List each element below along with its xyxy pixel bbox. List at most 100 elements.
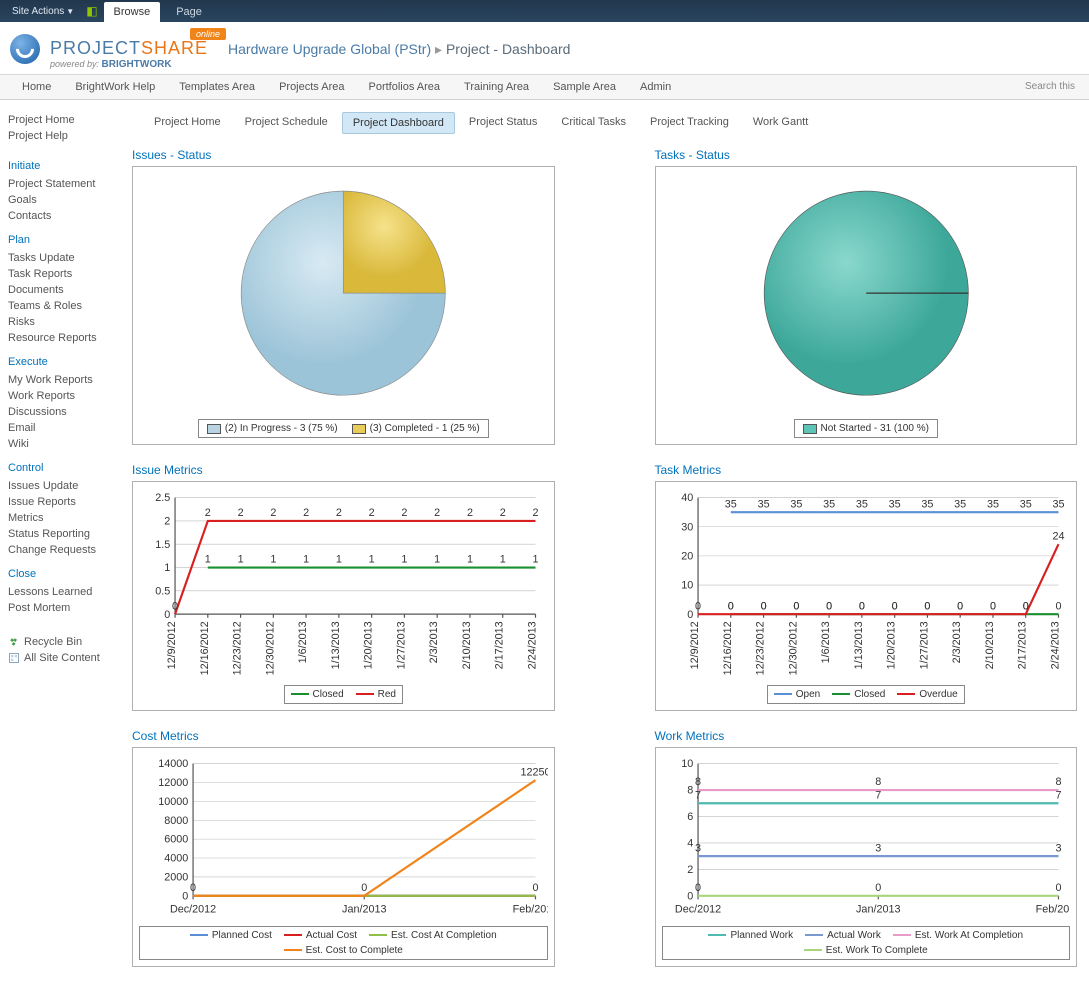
sidebar-link[interactable]: My Work Reports (8, 372, 112, 388)
sidebar-link[interactable]: Lessons Learned (8, 584, 112, 600)
svg-text:2/17/2013: 2/17/2013 (494, 622, 506, 670)
svg-text:2/24/2013: 2/24/2013 (526, 622, 538, 670)
svg-text:12/23/2012: 12/23/2012 (754, 622, 766, 676)
sidebar-link[interactable]: Goals (8, 192, 112, 208)
sub-tab[interactable]: Project Schedule (235, 112, 338, 134)
svg-text:2/3/2013: 2/3/2013 (428, 622, 440, 664)
svg-text:1: 1 (500, 554, 506, 566)
top-nav-link[interactable]: Portfolios Area (356, 75, 452, 99)
chart-legend: Planned WorkActual WorkEst. Work At Comp… (662, 926, 1071, 960)
sidebar-section-header: Initiate (8, 160, 112, 172)
svg-text:35: 35 (823, 499, 835, 511)
svg-text:1: 1 (336, 554, 342, 566)
svg-text:Jan/2013: Jan/2013 (342, 903, 386, 915)
svg-text:8: 8 (695, 776, 701, 788)
legend-item: Open (774, 689, 820, 700)
sidebar-link[interactable]: Project Home (8, 112, 112, 128)
svg-text:8: 8 (687, 784, 693, 796)
breadcrumb-separator-icon: ▸ (435, 41, 442, 57)
legend-item: Actual Cost (284, 930, 357, 941)
svg-text:3: 3 (695, 842, 701, 854)
legend-item: Est. Cost to Complete (284, 945, 403, 956)
sidebar-link[interactable]: Project Statement (8, 176, 112, 192)
sidebar-link[interactable]: Risks (8, 314, 112, 330)
recycle-bin-link[interactable]: Recycle Bin (8, 634, 112, 650)
svg-text:2: 2 (238, 507, 244, 519)
svg-text:0: 0 (957, 601, 963, 613)
panel-title: Task Metrics (655, 463, 1078, 477)
top-nav-link[interactable]: Projects Area (267, 75, 356, 99)
breadcrumb: Hardware Upgrade Global (PStr) ▸ Project… (228, 41, 570, 58)
svg-text:1: 1 (369, 554, 375, 566)
sidebar-link[interactable]: Change Requests (8, 542, 112, 558)
svg-text:12/30/2012: 12/30/2012 (264, 622, 276, 676)
sidebar-link[interactable]: Status Reporting (8, 526, 112, 542)
sidebar-link[interactable]: Wiki (8, 436, 112, 452)
sidebar-link[interactable]: Contacts (8, 208, 112, 224)
svg-text:2: 2 (467, 507, 473, 519)
sidebar-link[interactable]: Project Help (8, 128, 112, 144)
svg-text:7: 7 (1055, 789, 1061, 801)
sidebar-link[interactable]: Teams & Roles (8, 298, 112, 314)
svg-text:0: 0 (924, 601, 930, 613)
svg-text:0: 0 (1022, 601, 1028, 613)
svg-text:2: 2 (500, 507, 506, 519)
top-nav-link[interactable]: Training Area (452, 75, 541, 99)
svg-text:0: 0 (858, 601, 864, 613)
sidebar-link[interactable]: Metrics (8, 510, 112, 526)
svg-text:0.5: 0.5 (155, 586, 170, 598)
svg-text:10000: 10000 (158, 795, 188, 807)
sidebar-link[interactable]: Documents (8, 282, 112, 298)
svg-text:2: 2 (401, 507, 407, 519)
sidebar-link[interactable]: Resource Reports (8, 330, 112, 346)
top-nav-link[interactable]: Admin (628, 75, 683, 99)
svg-text:35: 35 (1019, 499, 1031, 511)
sidebar-link[interactable]: Issue Reports (8, 494, 112, 510)
sub-tab[interactable]: Project Home (144, 112, 231, 134)
svg-text:7: 7 (695, 789, 701, 801)
panel-title: Cost Metrics (132, 729, 555, 743)
svg-text:7: 7 (875, 789, 881, 801)
svg-text:6000: 6000 (164, 833, 188, 845)
nav-up-icon[interactable]: ◧ (86, 4, 97, 18)
search-box-label[interactable]: Search this (1021, 75, 1079, 99)
svg-text:14000: 14000 (158, 758, 188, 770)
top-nav-link[interactable]: Home (10, 75, 63, 99)
svg-text:0: 0 (727, 601, 733, 613)
svg-text:1/20/2013: 1/20/2013 (363, 622, 375, 670)
panel-issues-status: Issues - Status (2) (132, 148, 555, 445)
tab-page[interactable]: Page (166, 2, 212, 22)
sidebar-link[interactable]: Tasks Update (8, 250, 112, 266)
sub-tab[interactable]: Project Dashboard (342, 112, 455, 134)
sub-tab[interactable]: Critical Tasks (551, 112, 636, 134)
tab-browse[interactable]: Browse (104, 2, 161, 22)
sidebar-link[interactable]: Task Reports (8, 266, 112, 282)
chart-issue-metrics: 00.511.522.512/9/201212/16/201212/23/201… (132, 481, 555, 710)
powered-by-brand: BRIGHTWORK (102, 59, 172, 70)
site-actions-menu[interactable]: Site Actions▼ (6, 4, 80, 19)
svg-text:2: 2 (336, 507, 342, 519)
svg-text:2: 2 (270, 507, 276, 519)
sidebar-link[interactable]: Discussions (8, 404, 112, 420)
top-nav-link[interactable]: Sample Area (541, 75, 628, 99)
svg-text:1: 1 (205, 554, 211, 566)
breadcrumb-project-link[interactable]: Hardware Upgrade Global (PStr) (228, 41, 431, 57)
legend-item: Est. Work At Completion (893, 930, 1023, 941)
sidebar-link[interactable]: Work Reports (8, 388, 112, 404)
top-nav-link[interactable]: BrightWork Help (63, 75, 167, 99)
sidebar-link[interactable]: Email (8, 420, 112, 436)
panel-task-metrics: Task Metrics 01020304012/9/201212/16/201… (655, 463, 1078, 710)
sidebar-link[interactable]: Post Mortem (8, 600, 112, 616)
sub-tab[interactable]: Work Gantt (743, 112, 818, 134)
sub-tab[interactable]: Project Tracking (640, 112, 739, 134)
chart-legend: (2) In Progress - 3 (75 %) (3) Completed… (198, 419, 489, 438)
svg-text:0: 0 (172, 601, 178, 613)
all-site-content-link[interactable]: All Site Content (8, 650, 112, 666)
sidebar-link[interactable]: Issues Update (8, 478, 112, 494)
top-nav-link[interactable]: Templates Area (167, 75, 267, 99)
svg-text:12/16/2012: 12/16/2012 (721, 622, 733, 676)
svg-text:1/6/2013: 1/6/2013 (297, 622, 309, 664)
sub-tab[interactable]: Project Status (459, 112, 547, 134)
svg-text:4: 4 (687, 837, 693, 849)
svg-text:0: 0 (875, 881, 881, 893)
